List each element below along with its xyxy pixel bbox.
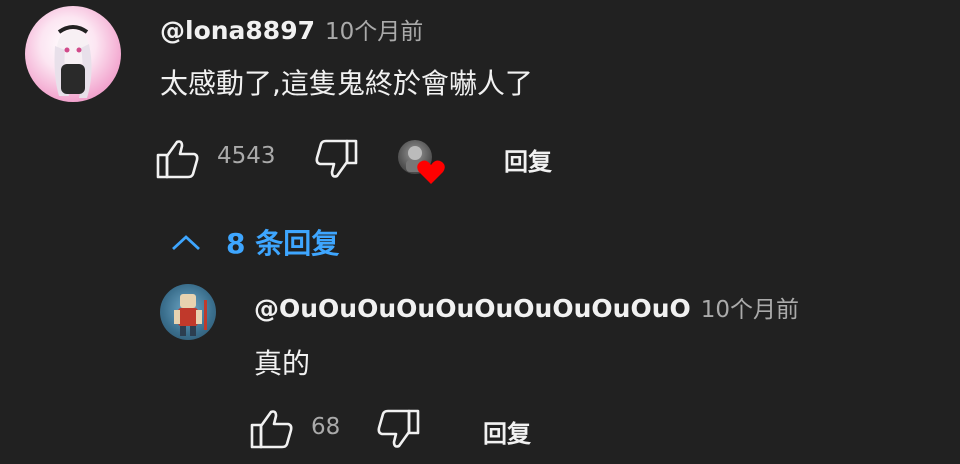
commenter-handle[interactable]: @lona8897: [160, 16, 315, 45]
reply-reply-button[interactable]: 回复: [483, 414, 531, 449]
thumbs-down-icon: [377, 409, 420, 448]
thumbs-up-icon: [156, 140, 199, 179]
replies-toggle[interactable]: 8 条回复: [170, 222, 339, 262]
comment-text: 太感動了,這隻鬼終於會嚇人了: [160, 67, 533, 100]
comment-timestamp[interactable]: 10个月前: [325, 12, 423, 46]
thumbs-up-icon: [250, 410, 293, 449]
reply-text: 真的: [254, 347, 311, 380]
reply-like-count: 68: [311, 414, 341, 440]
reply-dislike-button[interactable]: [376, 408, 420, 450]
dislike-button[interactable]: [314, 138, 358, 180]
thumbs-down-icon: [315, 139, 358, 178]
replies-count-label[interactable]: 8 条回复: [226, 222, 339, 262]
reply-avatar[interactable]: [160, 284, 216, 340]
reply-timestamp[interactable]: 10个月前: [701, 290, 799, 324]
chevron-up-icon: [172, 235, 200, 251]
creator-heart-badge: [396, 138, 448, 188]
reply-handle[interactable]: @OuOuOuOuOuOuOuOuOuOuO: [254, 294, 691, 323]
reply-button[interactable]: 回复: [504, 142, 552, 177]
like-button[interactable]: [156, 138, 200, 180]
like-count: 4543: [217, 143, 276, 169]
commenter-avatar[interactable]: [25, 6, 121, 102]
heart-icon: [417, 160, 445, 184]
reply-like-button[interactable]: [250, 408, 294, 450]
